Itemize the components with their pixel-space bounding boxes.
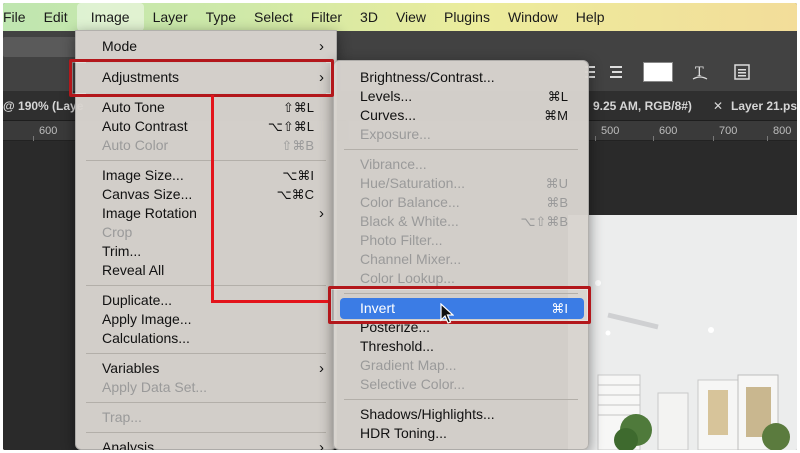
menu-view[interactable]: View xyxy=(387,3,435,31)
callout-connector-line xyxy=(211,95,214,303)
menu-window[interactable]: Window xyxy=(499,3,567,31)
menu-file[interactable]: File xyxy=(3,3,35,31)
adjustments-submenu: Brightness/Contrast... Levels... ⌘L Curv… xyxy=(333,60,589,450)
menu-layer[interactable]: Layer xyxy=(144,3,197,31)
menu-item-image-size[interactable]: Image Size... ⌥⌘I xyxy=(76,166,336,185)
menu-item-black-white: Black & White... ⌥⇧⌘B xyxy=(360,213,568,229)
menu-bar: File Edit Image Layer Type Select Filter… xyxy=(3,3,797,31)
close-tab-icon[interactable]: ✕ xyxy=(713,99,723,113)
canvas-photo xyxy=(568,215,797,450)
menu-edit[interactable]: Edit xyxy=(35,3,77,31)
menu-item-apply-image[interactable]: Apply Image... xyxy=(76,310,336,329)
ruler-label: 600 xyxy=(39,125,58,137)
mouse-cursor-icon xyxy=(440,303,454,324)
submenu-arrow-icon: › xyxy=(319,38,324,55)
ruler-label: 600 xyxy=(659,125,678,137)
document-tab-left[interactable]: @ 190% (Laye xyxy=(3,99,83,113)
menu-item-exposure: Exposure... xyxy=(360,126,431,142)
submenu-arrow-icon: › xyxy=(319,439,324,450)
menu-select[interactable]: Select xyxy=(245,3,302,31)
ruler-label: 800 xyxy=(773,125,792,137)
menu-item-trim[interactable]: Trim... xyxy=(76,242,336,261)
menu-image[interactable]: Image xyxy=(76,3,144,31)
menu-item-mode[interactable]: Mode › xyxy=(76,37,336,56)
screenshot-frame: T @ 190% (Laye 9.25 AM, RGB/8#) ✕ Layer … xyxy=(3,3,797,450)
menu-item-canvas-size[interactable]: Canvas Size... ⌥⌘C xyxy=(76,185,336,204)
menu-type[interactable]: Type xyxy=(197,3,245,31)
ruler-label: 700 xyxy=(719,125,738,137)
options-field[interactable] xyxy=(3,37,78,57)
menu-item-trap: Trap... xyxy=(102,409,142,425)
menu-item-hdr-toning[interactable]: HDR Toning... xyxy=(334,424,588,443)
menu-help[interactable]: Help xyxy=(567,3,614,31)
menu-item-curves[interactable]: Curves... ⌘M xyxy=(334,106,588,125)
menu-item-brightness-contrast[interactable]: Brightness/Contrast... xyxy=(334,68,588,87)
menu-item-shadows-highlights[interactable]: Shadows/Highlights... xyxy=(334,405,588,424)
menu-filter[interactable]: Filter xyxy=(302,3,351,31)
warp-text-icon[interactable]: T xyxy=(691,63,709,81)
color-swatch[interactable] xyxy=(643,62,673,82)
menu-plugins[interactable]: Plugins xyxy=(435,3,499,31)
menu-item-reveal-all[interactable]: Reveal All xyxy=(76,261,336,280)
menu-item-color-balance: Color Balance... ⌘B xyxy=(360,194,568,210)
menu-item-auto-color: Auto Color ⇧⌘B xyxy=(102,137,314,153)
invert-callout-box xyxy=(328,286,591,324)
menu-item-hue-saturation: Hue/Saturation... ⌘U xyxy=(360,175,568,191)
menu-item-image-rotation[interactable]: Image Rotation › xyxy=(76,204,336,223)
menu-item-levels[interactable]: Levels... ⌘L xyxy=(334,87,588,106)
document-tab-middle[interactable]: 9.25 AM, RGB/8#) xyxy=(593,99,692,113)
menu-item-vibrance: Vibrance... xyxy=(360,156,427,172)
menu-item-auto-contrast[interactable]: Auto Contrast ⌥⇧⌘L xyxy=(76,117,336,136)
menu-3d[interactable]: 3D xyxy=(351,3,387,31)
menu-item-selective-color: Selective Color... xyxy=(360,376,466,392)
panel-icon[interactable] xyxy=(733,63,751,81)
menu-item-auto-tone[interactable]: Auto Tone ⇧⌘L xyxy=(76,98,336,117)
menu-item-apply-data-set: Apply Data Set... xyxy=(102,379,208,395)
menu-item-channel-mixer: Channel Mixer... xyxy=(360,251,462,267)
submenu-arrow-icon: › xyxy=(319,360,324,377)
menu-item-analysis[interactable]: Analysis › xyxy=(76,438,336,450)
menu-item-threshold[interactable]: Threshold... xyxy=(334,337,588,356)
menu-item-calculations[interactable]: Calculations... xyxy=(76,329,336,348)
menu-item-variables[interactable]: Variables › xyxy=(76,359,336,378)
callout-connector-line xyxy=(211,300,331,303)
adjustments-callout-box xyxy=(69,59,334,97)
menu-item-gradient-map: Gradient Map... xyxy=(360,357,457,373)
menu-item-photo-filter: Photo Filter... xyxy=(360,232,443,248)
ruler-label: 500 xyxy=(601,125,620,137)
paragraph-align-icon[interactable] xyxy=(607,63,625,81)
document-tab-right[interactable]: Layer 21.ps xyxy=(731,99,797,113)
menu-item-crop: Crop xyxy=(102,224,133,240)
submenu-arrow-icon: › xyxy=(319,205,324,222)
